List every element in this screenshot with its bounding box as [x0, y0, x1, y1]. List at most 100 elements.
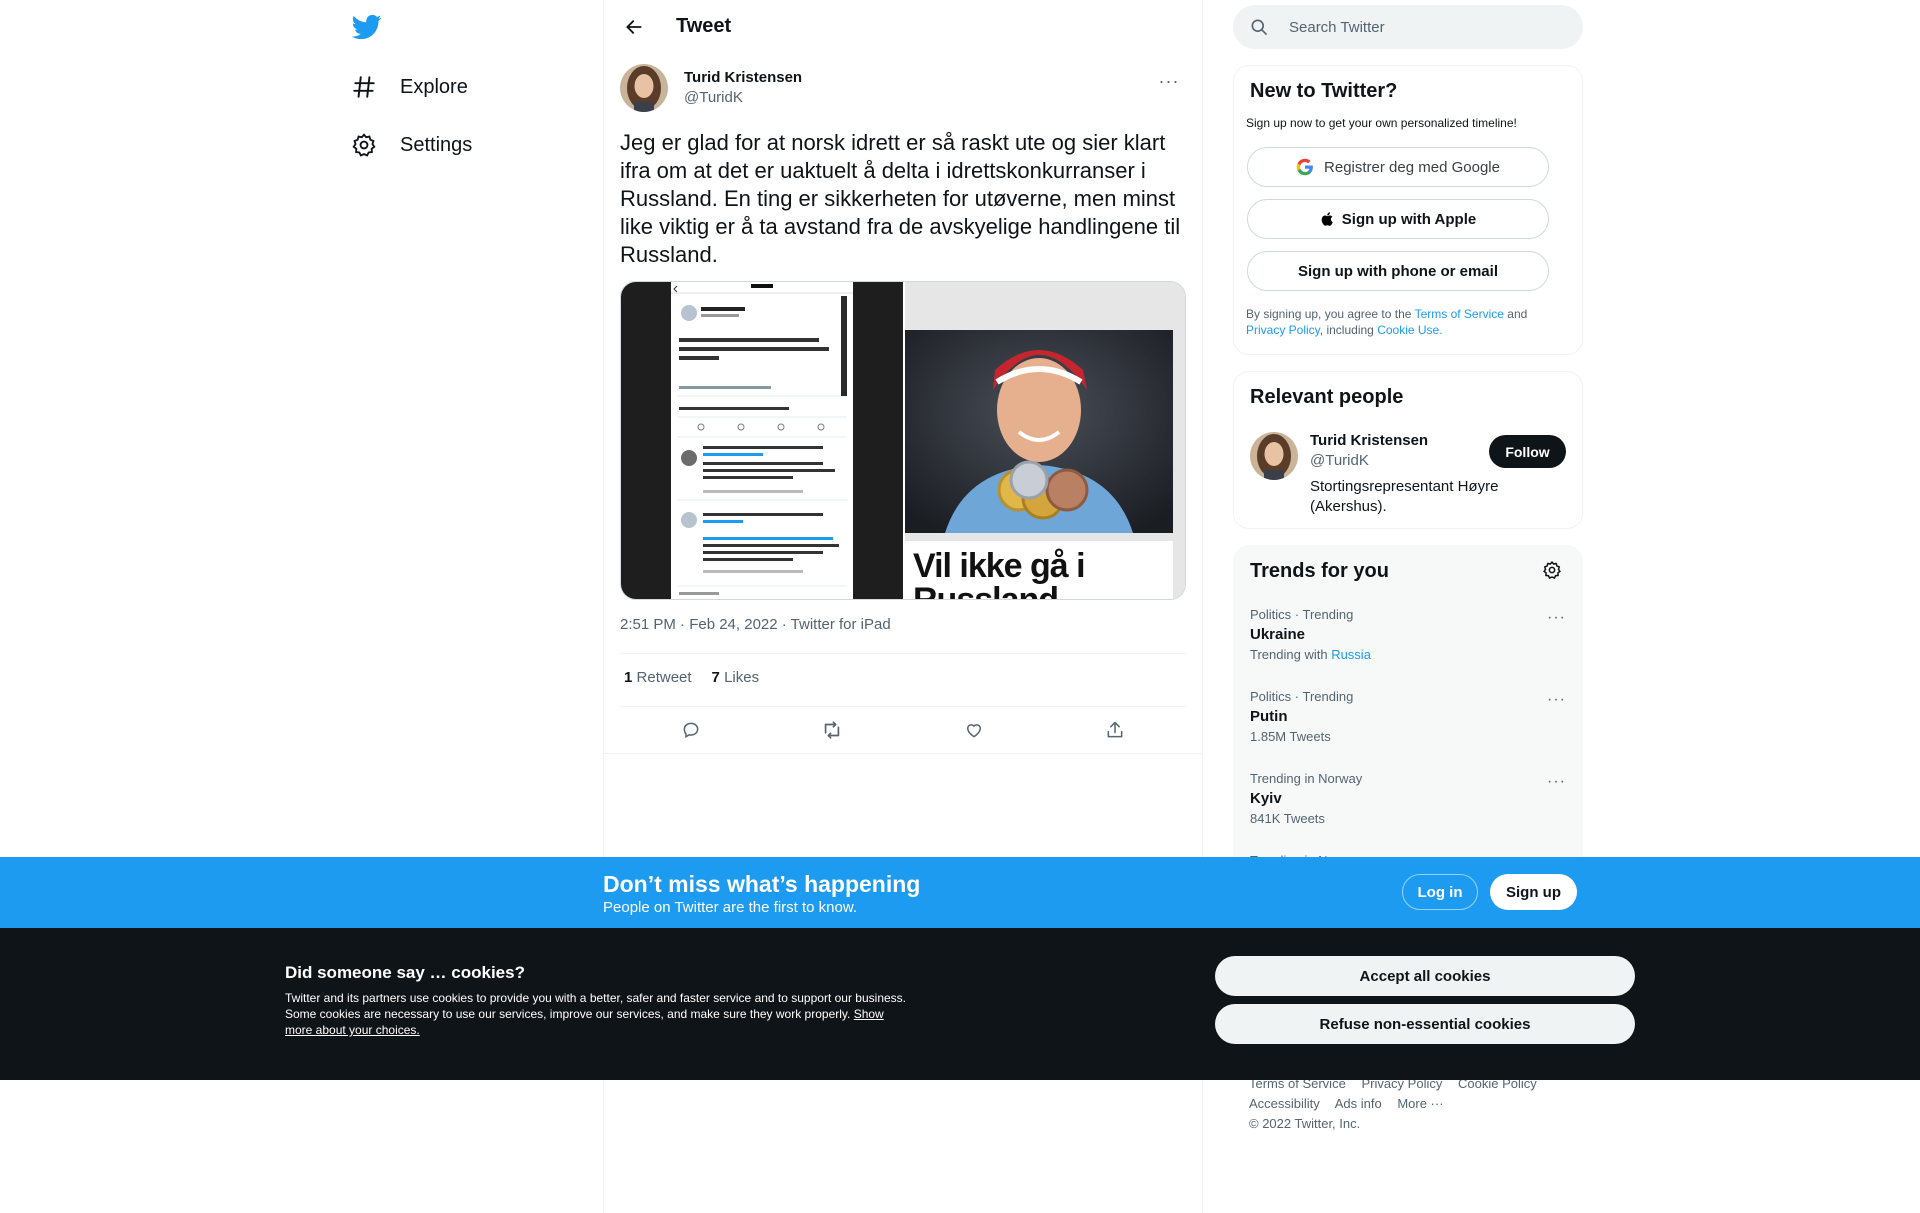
google-signup-label: Registrer deg med Google	[1324, 158, 1500, 176]
login-button[interactable]: Log in	[1402, 874, 1478, 910]
likes-stat[interactable]: 7 Likes	[712, 669, 760, 686]
cookie-body: Twitter and its partners use cookies to …	[285, 990, 910, 1038]
relevant-person-name[interactable]: Turid Kristensen	[1310, 432, 1428, 449]
cookie-consent-bar: Did someone say … cookies? Twitter and i…	[0, 928, 1920, 1080]
trend-name: Putin	[1250, 708, 1288, 725]
trends-title: Trends for you	[1250, 560, 1389, 582]
media-screenshot-image[interactable]	[621, 282, 903, 599]
terms-including: , including	[1319, 323, 1374, 337]
login-banner: Don’t miss what’s happening People on Tw…	[0, 857, 1920, 928]
footer-more-link[interactable]: More ···	[1397, 1096, 1443, 1111]
apple-icon	[1320, 210, 1336, 228]
search-input[interactable]	[1289, 17, 1559, 37]
tweet-author: Turid Kristensen @TuridK ···	[620, 64, 1186, 114]
media-news-image[interactable]: Vil ikke gå i Russland	[905, 282, 1185, 600]
trend-name: Ukraine	[1250, 626, 1306, 643]
trends-settings-icon[interactable]	[1542, 560, 1566, 584]
trend-related-link[interactable]: Russia	[1331, 647, 1371, 662]
trend-context: Politics · Trending	[1250, 689, 1354, 704]
trend-item[interactable]: Trending in Norway Kyiv 841K Tweets ···	[1250, 771, 1566, 826]
google-icon	[1296, 158, 1314, 176]
relevant-people-card: Relevant people Turid Kristensen @TuridK…	[1233, 371, 1583, 529]
retweets-label: Retweet	[636, 669, 692, 686]
divider	[604, 753, 1202, 754]
apple-signup-button[interactable]: Sign up with Apple	[1247, 199, 1549, 239]
terms-and: and	[1507, 307, 1528, 321]
trend-count: 841K Tweets	[1250, 811, 1325, 826]
avatar[interactable]	[620, 64, 668, 112]
trend-name: Kyiv	[1250, 790, 1282, 807]
signup-subtitle: Sign up now to get your own personalized…	[1246, 116, 1517, 130]
trend-item[interactable]: Politics · Trending Putin 1.85M Tweets ·…	[1250, 689, 1566, 744]
more-options-icon[interactable]: ···	[1547, 609, 1566, 627]
reply-icon[interactable]	[674, 713, 708, 747]
back-arrow-icon[interactable]	[618, 11, 650, 43]
signup-button[interactable]: Sign up	[1490, 874, 1577, 910]
retweets-count: 1	[624, 669, 633, 686]
divider	[620, 706, 1186, 707]
media-caption-line2: Russland	[913, 581, 1059, 600]
author-handle[interactable]: @TuridK	[684, 89, 743, 106]
twitter-bird-icon[interactable]	[351, 12, 384, 44]
retweets-stat[interactable]: 1 Retweet	[624, 669, 692, 686]
nav-settings-label: Settings	[400, 133, 473, 156]
trend-context: Trending in Norway	[1250, 771, 1363, 786]
footer-copyright: © 2022 Twitter, Inc.	[1249, 1116, 1361, 1131]
more-options-icon[interactable]: ···	[1547, 773, 1566, 791]
footer-links: Terms of Service Privacy Policy Cookie P…	[1249, 1074, 1549, 1134]
media-caption-line1: Vil ikke gå i	[913, 547, 1086, 585]
page-title: Tweet	[676, 15, 732, 37]
trend-count: Trending with Russia	[1250, 647, 1566, 662]
relevant-person-bio: Stortingsrepresentant Høyre (Akershus).	[1310, 478, 1499, 515]
gear-icon	[346, 127, 382, 163]
signup-card: New to Twitter? Sign up now to get your …	[1233, 65, 1583, 355]
trend-item[interactable]: Politics · Trending Ukraine Trending wit…	[1250, 607, 1566, 662]
athlete-photo	[905, 330, 1173, 533]
main-header: Tweet	[604, 0, 1202, 53]
trend-count: 1.85M Tweets	[1250, 729, 1331, 744]
divider	[620, 653, 1186, 654]
retweet-icon[interactable]	[815, 713, 849, 747]
media-caption: Vil ikke gå i Russland	[905, 541, 1173, 600]
search-box[interactable]	[1233, 5, 1583, 49]
author-name[interactable]: Turid Kristensen	[684, 69, 802, 86]
banner-title: Don’t miss what’s happening	[603, 871, 921, 897]
tweet-text: Jeg er glad for at norsk idrett er så ra…	[620, 130, 1181, 267]
trend-context: Politics · Trending	[1250, 607, 1354, 622]
signup-title: New to Twitter?	[1250, 80, 1398, 102]
follow-button[interactable]: Follow	[1489, 435, 1566, 468]
phone-email-signup-button[interactable]: Sign up with phone or email	[1247, 251, 1549, 291]
phone-screenshot	[671, 282, 853, 599]
nav-settings[interactable]: Settings	[346, 121, 472, 169]
terms-link[interactable]: Terms of Service	[1415, 307, 1504, 321]
nav-explore-label: Explore	[400, 75, 468, 98]
cookie-title: Did someone say … cookies?	[285, 963, 525, 982]
likes-label: Likes	[724, 669, 760, 686]
relevant-person-handle[interactable]: @TuridK	[1310, 452, 1369, 469]
google-signup-button[interactable]: Registrer deg med Google	[1247, 147, 1549, 187]
signup-terms: By signing up, you agree to the Terms of…	[1246, 306, 1566, 338]
more-options-icon[interactable]: ···	[1152, 66, 1186, 96]
tweet-media[interactable]: Vil ikke gå i Russland	[620, 281, 1186, 600]
tweet-timestamp[interactable]: 2:51 PM · Feb 24, 2022 · Twitter for iPa…	[620, 616, 891, 633]
nav-explore[interactable]: Explore	[346, 63, 468, 111]
apple-signup-label: Sign up with Apple	[1341, 210, 1477, 228]
privacy-link[interactable]: Privacy Policy	[1246, 323, 1320, 337]
banner-subtitle: People on Twitter are the first to know.	[603, 899, 858, 916]
cookie-use-link[interactable]: Cookie Use.	[1377, 323, 1442, 337]
more-options-icon[interactable]: ···	[1547, 691, 1566, 709]
avatar[interactable]	[1250, 432, 1298, 480]
relevant-people-title: Relevant people	[1250, 386, 1404, 408]
footer-accessibility-link[interactable]: Accessibility	[1249, 1096, 1320, 1111]
share-icon[interactable]	[1098, 713, 1132, 747]
tweet-stats: 1 Retweet 7 Likes	[624, 669, 759, 686]
likes-count: 7	[711, 669, 720, 686]
phone-email-signup-label: Sign up with phone or email	[1297, 262, 1498, 280]
hashtag-icon	[346, 69, 382, 105]
tweet-actions	[620, 713, 1186, 747]
refuse-cookies-button[interactable]: Refuse non-essential cookies	[1215, 1004, 1635, 1044]
accept-cookies-button[interactable]: Accept all cookies	[1215, 956, 1635, 996]
footer-ads-link[interactable]: Ads info	[1335, 1096, 1382, 1111]
like-icon[interactable]	[957, 713, 991, 747]
cookie-body-text: Twitter and its partners use cookies to …	[285, 991, 906, 1021]
